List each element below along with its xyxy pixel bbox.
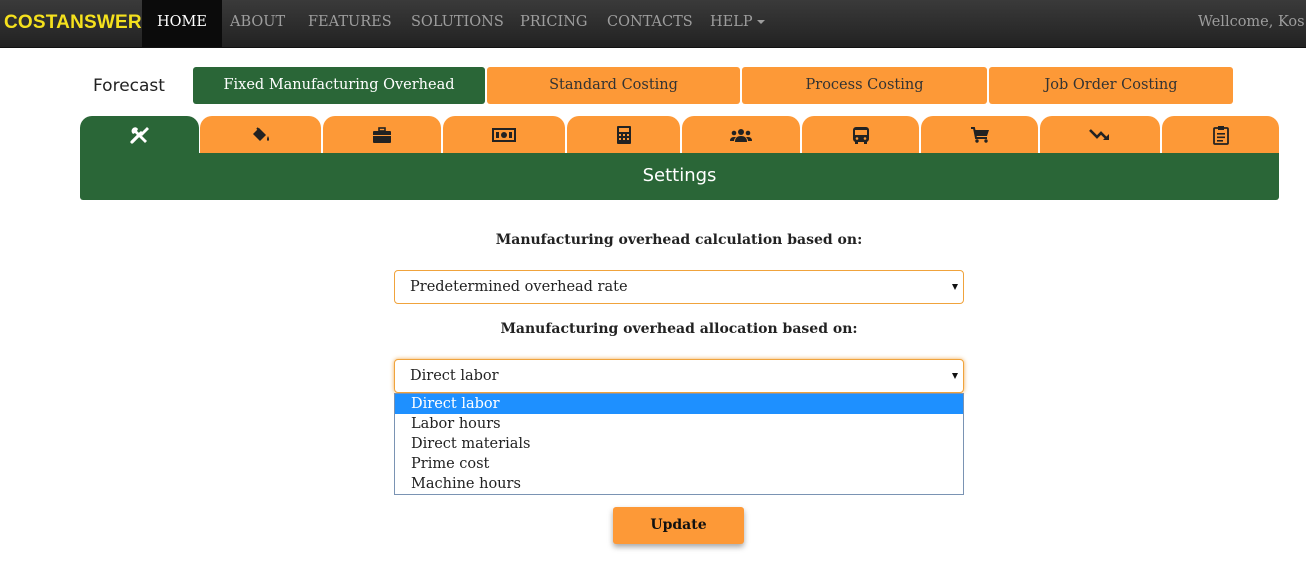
cart-icon: [970, 127, 989, 143]
tools-icon: [129, 127, 149, 144]
briefcase-icon: [373, 126, 391, 143]
nav-help[interactable]: HELP: [710, 0, 765, 47]
chevron-down-icon: [756, 20, 765, 24]
tab-fixed-manufacturing-overhead[interactable]: Fixed Manufacturing Overhead: [193, 67, 485, 104]
money-icon: [492, 128, 516, 142]
section-title: Settings: [80, 153, 1279, 200]
icon-tab-calculator[interactable]: [567, 116, 680, 154]
alloc-basis-select[interactable]: Direct labor: [394, 359, 964, 393]
user-menu[interactable]: Wellcome, Kos: [1198, 0, 1306, 47]
nav-pricing[interactable]: PRICING: [520, 0, 588, 47]
icon-tab-briefcase[interactable]: [323, 116, 441, 154]
brand-logo[interactable]: COSTANSWER: [4, 0, 142, 47]
icon-tab-clipboard[interactable]: [1162, 116, 1279, 154]
user-greeting: Wellcome, Kos: [1198, 14, 1305, 30]
trend-down-icon: [1089, 129, 1109, 140]
bus-icon: [852, 126, 869, 144]
option-direct-materials[interactable]: Direct materials: [395, 434, 963, 454]
users-icon: [730, 129, 752, 142]
icon-tab-trend[interactable]: [1040, 116, 1160, 154]
calc-basis-value: Predetermined overhead rate: [410, 279, 628, 295]
option-prime-cost[interactable]: Prime cost: [395, 454, 963, 474]
calc-basis-label: Manufacturing overhead calculation based…: [495, 232, 863, 248]
dropdown-arrow-icon: [952, 373, 958, 379]
tab-process-costing[interactable]: Process Costing: [742, 67, 987, 104]
nav-contacts[interactable]: CONTACTS: [607, 0, 693, 47]
icon-tab-money[interactable]: [443, 116, 565, 154]
icon-tab-bus[interactable]: [802, 116, 919, 154]
nav-solutions[interactable]: SOLUTIONS: [411, 0, 504, 47]
icon-tab-settings[interactable]: [80, 116, 199, 154]
nav-help-label: HELP: [710, 14, 753, 30]
top-navbar: COSTANSWER HOME ABOUT FEATURES SOLUTIONS…: [0, 0, 1306, 48]
calc-basis-select[interactable]: Predetermined overhead rate: [394, 270, 964, 304]
update-button[interactable]: Update: [613, 507, 744, 544]
option-labor-hours[interactable]: Labor hours: [395, 414, 963, 434]
dropdown-arrow-icon: [952, 284, 958, 290]
clipboard-icon: [1212, 126, 1229, 145]
tab-standard-costing[interactable]: Standard Costing: [487, 67, 740, 104]
calculator-icon: [616, 126, 631, 144]
tab-job-order-costing[interactable]: Job Order Costing: [989, 67, 1233, 104]
alloc-basis-label: Manufacturing overhead allocation based …: [500, 321, 858, 337]
alloc-basis-value: Direct labor: [410, 368, 499, 384]
option-direct-labor[interactable]: Direct labor: [395, 394, 963, 414]
icon-tab-paint[interactable]: [200, 116, 321, 154]
alloc-basis-options: Direct labor Labor hours Direct material…: [394, 393, 964, 495]
icon-tab-users[interactable]: [682, 116, 800, 154]
option-machine-hours[interactable]: Machine hours: [395, 474, 963, 494]
nav-home[interactable]: HOME: [142, 0, 222, 47]
paint-bucket-icon: [252, 127, 269, 141]
nav-about[interactable]: ABOUT: [230, 0, 285, 47]
nav-features[interactable]: FEATURES: [308, 0, 392, 47]
module-title: Forecast: [93, 76, 165, 96]
icon-tab-cart[interactable]: [921, 116, 1038, 154]
